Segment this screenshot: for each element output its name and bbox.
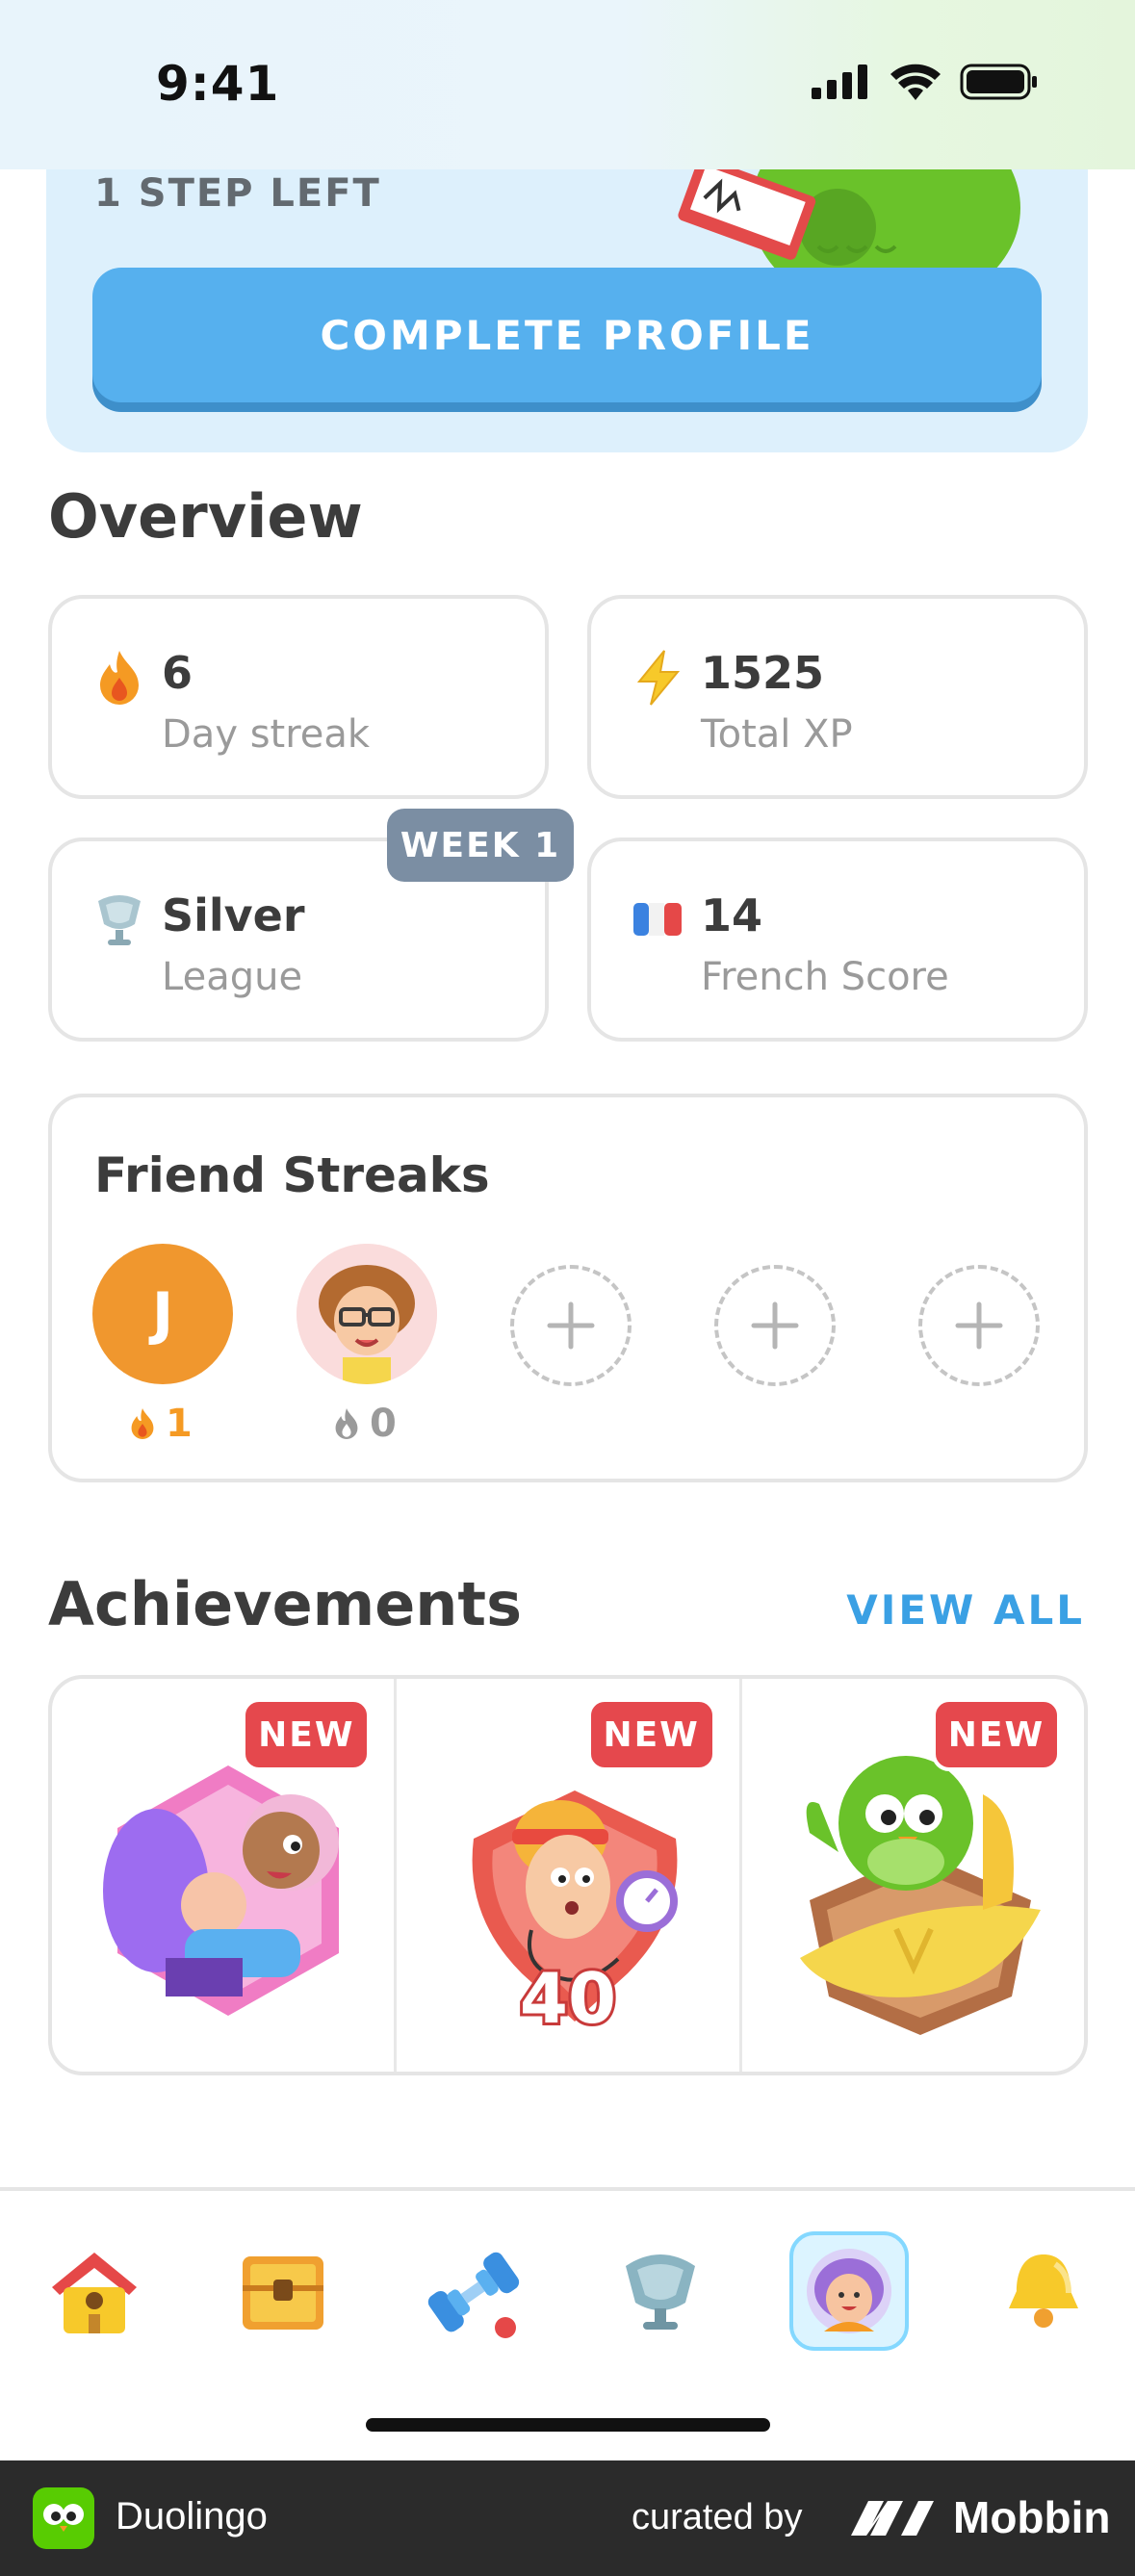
home-icon [52,2253,137,2333]
friend-streak-count: 1 [127,1402,193,1446]
complete-profile-button[interactable]: COMPLETE PROFILE [92,268,1042,402]
achievement-item[interactable]: 40 NEW [394,1679,738,2072]
home-indicator [366,2418,770,2432]
cellular-signal-icon [812,64,867,99]
french-score-label: French Score [701,955,949,999]
league-label: League [162,955,303,999]
tab-notifications[interactable] [984,2231,1103,2351]
footer-bar: Duolingo curated by Mobbin [0,2460,1135,2576]
status-bar: 9:41 [0,0,1135,169]
tab-chest[interactable] [223,2231,343,2351]
bell-icon [1009,2254,1078,2328]
flame-icon [335,1408,358,1439]
streak-number: 1 [166,1402,193,1446]
achievement-item[interactable]: NEW [52,1679,394,2072]
treasure-chest-icon [243,2256,323,2330]
flame-icon [100,651,139,705]
friends-hug-achievement-icon [103,1765,339,2016]
wifi-icon [890,64,941,100]
day-streak-card[interactable]: 6 Day streak [48,595,549,799]
league-value: Silver [162,889,305,941]
brand-name: Mobbin [953,2492,1111,2542]
new-badge: NEW [931,1698,1061,1771]
lightning-icon [636,650,681,706]
friend-j[interactable]: J 1 [92,1244,237,1446]
view-all-link[interactable]: VIEW ALL [846,1586,1085,1634]
new-badge: NEW [242,1698,372,1771]
avatar: J [92,1244,233,1384]
friend-streaks-card: Friend Streaks J 1 0 [48,1094,1088,1482]
friend-avatar-icon [297,1244,437,1384]
friend-streaks-title: Friend Streaks [94,1147,490,1203]
status-icons [812,64,1039,100]
day-streak-label: Day streak [162,712,371,757]
status-time: 9:41 [156,56,280,112]
tab-profile[interactable] [789,2231,909,2351]
owl-trophy-achievement-icon [799,1756,1041,2035]
friend-2[interactable]: 0 [297,1244,441,1446]
week-badge: WEEK 1 [387,809,574,882]
achievements-card: NEW 40 NEW NEW [48,1675,1088,2075]
total-xp-card[interactable]: 1525 Total XP [587,595,1088,799]
achievement-item[interactable]: NEW [738,1679,1084,2072]
plus-icon [955,1301,1003,1350]
add-friend-button[interactable] [918,1265,1040,1386]
silver-trophy-icon [98,895,141,945]
day-streak-value: 6 [162,647,193,699]
bottom-tab-bar [0,2187,1135,2457]
achievement-level: 40 [517,1955,619,2042]
tab-home[interactable] [35,2231,154,2351]
tab-leaderboard[interactable] [601,2231,720,2351]
add-friend-button[interactable] [510,1265,632,1386]
dumbbell-icon [427,2252,520,2338]
profile-icon [807,2249,891,2333]
french-score-value: 14 [701,889,763,941]
mobbin-logo-icon [851,2501,934,2536]
streak-number: 0 [370,1402,397,1446]
french-score-card[interactable]: 14 French Score [587,837,1088,1042]
total-xp-label: Total XP [701,712,853,757]
trophy-icon [626,2254,695,2330]
app-name: Duolingo [116,2495,268,2537]
duolingo-logo-icon [33,2487,94,2549]
overview-title: Overview [48,481,363,552]
avatar [297,1244,437,1384]
new-badge: NEW [586,1698,716,1771]
french-flag-icon [633,903,682,936]
total-xp-value: 1525 [701,647,825,699]
plus-icon [547,1301,595,1350]
tab-practice[interactable] [412,2231,531,2351]
battery-icon [960,64,1037,100]
curated-by-label: curated by [632,2497,803,2537]
plus-icon [751,1301,799,1350]
flame-icon [131,1408,154,1439]
friend-streak-count: 0 [331,1402,397,1446]
steps-left-label: 1 STEP LEFT [94,171,381,216]
achievements-title: Achievements [48,1569,522,1639]
add-friend-button[interactable] [714,1265,836,1386]
